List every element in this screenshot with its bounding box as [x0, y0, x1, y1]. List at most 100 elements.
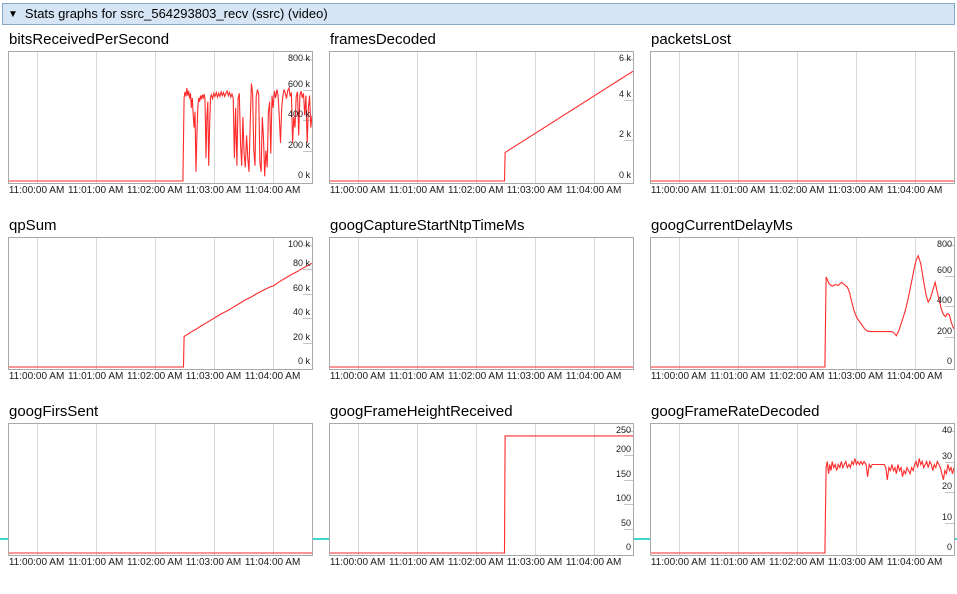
x-axis-label: 11:00:00 AM	[650, 557, 708, 568]
chart-canvas	[651, 238, 954, 369]
y-axis-label: 0 k	[298, 170, 310, 180]
chart-cell-googFirsSent: googFirsSent 11:00:00 AM11:01:00 AM11:02:…	[8, 402, 313, 569]
y-axis-label: 2 k	[619, 129, 631, 139]
x-axis: 11:00:00 AM11:01:00 AM11:02:00 AM11:03:0…	[8, 557, 313, 569]
series-line	[330, 71, 633, 181]
chart-canvas	[330, 424, 633, 555]
x-axis: 11:00:00 AM11:01:00 AM11:02:00 AM11:03:0…	[650, 185, 955, 197]
y-axis-label: 400 k	[288, 109, 310, 119]
x-axis-label: 11:04:00 AM	[565, 185, 623, 196]
x-axis: 11:00:00 AM11:01:00 AM11:02:00 AM11:03:0…	[329, 557, 634, 569]
chart-title: framesDecoded	[330, 30, 634, 50]
chart-canvas	[651, 424, 954, 555]
x-axis-label: 11:02:00 AM	[447, 371, 505, 382]
chart-cell-googFrameRateDecoded: googFrameRateDecoded01020304011:00:00 AM…	[650, 402, 955, 569]
chart-plot	[329, 237, 634, 370]
chart-title: googFirsSent	[9, 402, 313, 422]
x-axis-label: 11:00:00 AM	[8, 185, 66, 196]
y-axis-label: 600	[937, 265, 952, 275]
chart-cell-bitsReceivedPerSecond: bitsReceivedPerSecond 0 k 200 k 400 k 600 k 8…	[8, 30, 313, 197]
chart-cell-googCurrentDelayMs: googCurrentDelayMs020040060080011:00:00 …	[650, 216, 955, 383]
y-axis-label: 40	[942, 425, 952, 435]
y-axis-label: 600 k	[288, 79, 310, 89]
chart-title: googFrameHeightReceived	[330, 402, 634, 422]
x-axis-label: 11:00:00 AM	[8, 371, 66, 382]
x-axis: 11:00:00 AM11:01:00 AM11:02:00 AM11:03:0…	[8, 371, 313, 383]
x-axis-label: 11:04:00 AM	[565, 371, 623, 382]
x-axis-label: 11:03:00 AM	[827, 371, 885, 382]
chart-title: bitsReceivedPerSecond	[9, 30, 313, 50]
chart-plot	[650, 51, 955, 184]
x-axis-label: 11:01:00 AM	[388, 371, 446, 382]
chart-canvas	[9, 52, 312, 183]
chart-plot: 010203040	[650, 423, 955, 556]
x-axis-label: 11:03:00 AM	[506, 371, 564, 382]
x-axis-label: 11:00:00 AM	[329, 185, 387, 196]
x-axis-label: 11:00:00 AM	[650, 371, 708, 382]
x-axis-label: 11:04:00 AM	[886, 557, 944, 568]
y-axis-label: 6 k	[619, 53, 631, 63]
x-axis-label: 11:01:00 AM	[709, 185, 767, 196]
header-title: Stats graphs for ssrc_564293803_recv (ss…	[25, 6, 328, 21]
x-axis-label: 11:02:00 AM	[768, 557, 826, 568]
chart-canvas	[330, 52, 633, 183]
y-axis-label: 20	[942, 481, 952, 491]
charts-grid: bitsReceivedPerSecond0 k200 k400 k600 k8…	[0, 30, 957, 569]
chart-plot: 0 k2 k4 k6 k	[329, 51, 634, 184]
y-axis-label: 200	[616, 444, 631, 454]
x-axis: 11:00:00 AM11:01:00 AM11:02:00 AM11:03:0…	[329, 185, 634, 197]
chart-cell-googFrameHeightReceived: googFrameHeightReceived05010015020025011…	[329, 402, 634, 569]
chart-canvas	[9, 424, 312, 555]
chart-title: googCaptureStartNtpTimeMs	[330, 216, 634, 236]
y-axis-label: 200 k	[288, 140, 310, 150]
y-axis-label: 100 k	[288, 239, 310, 249]
x-axis-label: 11:02:00 AM	[447, 557, 505, 568]
y-axis-label: 800	[937, 239, 952, 249]
chart-title: googFrameRateDecoded	[651, 402, 955, 422]
chart-title: packetsLost	[651, 30, 955, 50]
y-axis-label: 400	[937, 295, 952, 305]
stats-graphs-header[interactable]: ▼ Stats graphs for ssrc_564293803_recv (s…	[2, 3, 955, 25]
collapse-triangle-icon: ▼	[8, 9, 18, 20]
chart-cell-packetsLost: packetsLost 11:00:00 AM11:01:00 AM11:02:0…	[650, 30, 955, 197]
y-axis-label: 80 k	[293, 258, 310, 268]
x-axis: 11:00:00 AM11:01:00 AM11:02:00 AM11:03:0…	[650, 371, 955, 383]
y-axis-label: 100	[616, 493, 631, 503]
chart-plot: 0200400600800	[650, 237, 955, 370]
chart-canvas	[9, 238, 312, 369]
x-axis: 11:00:00 AM11:01:00 AM11:02:00 AM11:03:0…	[329, 371, 634, 383]
y-axis-label: 60 k	[293, 283, 310, 293]
x-axis-label: 11:03:00 AM	[185, 185, 243, 196]
x-axis-label: 11:03:00 AM	[506, 557, 564, 568]
x-axis-label: 11:01:00 AM	[709, 557, 767, 568]
x-axis-label: 11:02:00 AM	[768, 371, 826, 382]
chart-title: googCurrentDelayMs	[651, 216, 955, 236]
y-axis-label: 40 k	[293, 307, 310, 317]
chart-plot	[8, 423, 313, 556]
x-axis: 11:00:00 AM11:01:00 AM11:02:00 AM11:03:0…	[650, 557, 955, 569]
x-axis-label: 11:01:00 AM	[67, 557, 125, 568]
y-axis-label: 0	[947, 356, 952, 366]
y-axis-label: 0 k	[298, 356, 310, 366]
x-axis-label: 11:04:00 AM	[244, 371, 302, 382]
y-axis-label: 20 k	[293, 332, 310, 342]
x-axis-label: 11:03:00 AM	[185, 371, 243, 382]
y-axis-label: 150	[616, 469, 631, 479]
x-axis-label: 11:01:00 AM	[67, 185, 125, 196]
x-axis-label: 11:00:00 AM	[650, 185, 708, 196]
x-axis-label: 11:02:00 AM	[447, 185, 505, 196]
series-line	[9, 263, 312, 367]
x-axis: 11:00:00 AM11:01:00 AM11:02:00 AM11:03:0…	[8, 185, 313, 197]
x-axis-label: 11:01:00 AM	[388, 557, 446, 568]
x-axis-label: 11:04:00 AM	[886, 185, 944, 196]
chart-canvas	[651, 52, 954, 183]
series-line	[9, 83, 312, 181]
y-axis-label: 800 k	[288, 53, 310, 63]
x-axis-label: 11:01:00 AM	[388, 185, 446, 196]
x-axis-label: 11:03:00 AM	[185, 557, 243, 568]
x-axis-label: 11:03:00 AM	[827, 557, 885, 568]
y-axis-label: 0	[626, 542, 631, 552]
x-axis-label: 11:02:00 AM	[768, 185, 826, 196]
x-axis-label: 11:01:00 AM	[709, 371, 767, 382]
y-axis-label: 4 k	[619, 89, 631, 99]
